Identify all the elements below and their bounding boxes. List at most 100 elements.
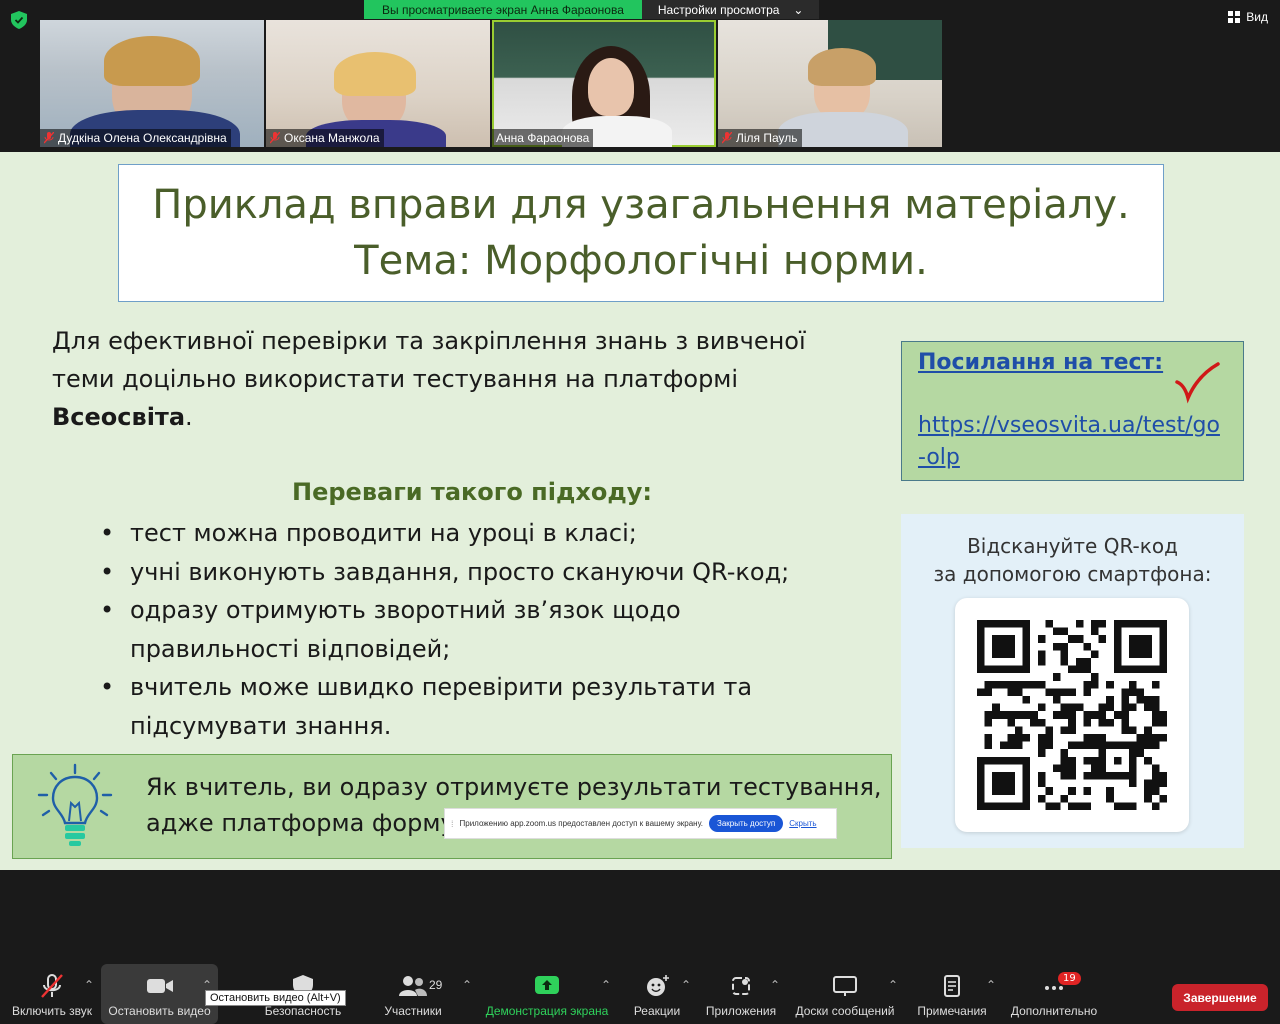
checkmark-icon [1175, 362, 1220, 404]
apps-label: Приложения [705, 1004, 777, 1018]
slide-subtitle: Тема: Морфологічні норми. [354, 238, 928, 284]
stop-video-button[interactable]: Остановить видео [101, 964, 218, 1024]
participants-button[interactable]: Участники [374, 964, 452, 1024]
stop-video-tooltip: Остановить видео (Alt+V) [205, 990, 346, 1006]
intro-end: . [185, 403, 193, 431]
notes-button[interactable]: Примечания [912, 964, 992, 1024]
list-item: одразу отримують зворотний зв’язок щодо … [96, 591, 886, 668]
participant-name-tag: Анна Фараонова [492, 129, 594, 147]
close-access-button[interactable]: Закрыть доступ [709, 815, 784, 832]
toast-message: Приложению app.zoom.us предоставлен дост… [459, 819, 704, 828]
list-item: тест можна проводити на уроці в класі; [96, 514, 886, 553]
smiley-add-icon [647, 975, 669, 996]
view-button[interactable]: Вид [1228, 10, 1268, 24]
participant-hair [104, 36, 200, 86]
participants-count: 29 [429, 978, 443, 992]
view-settings-label: Настройки просмотра [657, 2, 780, 17]
more-button[interactable]: Дополнительно [1006, 964, 1102, 1024]
intro-paragraph: Для ефективної перевірки та закріплення … [52, 322, 872, 436]
grid-view-icon [1228, 11, 1241, 23]
meeting-toolbar: Включить звук ⌃ Остановить видео ⌃ Безоп… [0, 964, 1280, 1024]
chevron-up-icon[interactable]: ⌃ [462, 978, 472, 992]
advantages-heading: Переваги такого підходу: [292, 478, 652, 506]
qr-caption-line: за допомогою смартфона: [933, 562, 1212, 586]
participant-name: Ліля Пауль [736, 131, 798, 145]
participant-name-tag: Ліля Пауль [718, 129, 802, 147]
participant-name-tag: Дудкіна Олена Олександрівна [40, 129, 231, 147]
participant-hair [808, 48, 876, 86]
viewing-screen-label: Вы просматриваете экран Анна Фараонова [364, 0, 642, 19]
unmute-label: Включить звук [11, 1004, 93, 1018]
reactions-button[interactable]: Реакции [628, 964, 686, 1024]
apps-button[interactable]: Приложения [702, 964, 780, 1024]
view-settings-dropdown[interactable]: Настройки просмотра ⌄ [641, 0, 820, 19]
participant-tile-active-speaker[interactable]: Анна Фараонова [492, 20, 716, 147]
hide-link[interactable]: Скрыть [789, 819, 816, 828]
whiteboards-label: Доски сообщений [795, 1004, 895, 1018]
video-camera-icon [146, 979, 173, 993]
participant-name: Оксана Манжола [284, 131, 380, 145]
chevron-down-icon: ⌄ [793, 2, 804, 17]
link-title: Посилання на тест: [918, 350, 1164, 375]
mic-muted-icon [41, 974, 63, 998]
list-item: вчитель може швидко перевірити результат… [96, 668, 886, 745]
notes-label: Примечания [917, 1004, 987, 1018]
platform-name: Всеосвіта [52, 403, 186, 431]
intro-text: Для ефективної перевірки та закріплення … [52, 327, 806, 393]
participants-label: Участники [384, 1004, 442, 1018]
chevron-up-icon[interactable]: ⌃ [770, 978, 780, 992]
participant-name-tag: Оксана Манжола [266, 129, 384, 147]
advantages-list: тест можна проводити на уроці в класі; у… [96, 514, 886, 745]
share-screen-icon [535, 976, 559, 994]
mic-muted-icon [44, 132, 54, 144]
chevron-up-icon[interactable]: ⌃ [601, 978, 611, 992]
qr-panel: Відскануйте QR-код за допомогою смартфон… [901, 514, 1244, 848]
people-icon [399, 976, 427, 996]
participant-tile[interactable]: Дудкіна Олена Олександрівна [40, 20, 264, 147]
shared-slide: Приклад вправи для узагальнення матеріал… [0, 152, 1280, 870]
mic-muted-icon [722, 132, 732, 144]
mic-muted-icon [270, 132, 280, 144]
slide-title-box: Приклад вправи для узагальнення матеріал… [118, 164, 1164, 302]
qr-caption-line: Відскануйте QR-код [967, 534, 1178, 558]
notes-icon [944, 975, 960, 997]
security-label: Безопасность [264, 1004, 342, 1018]
end-meeting-button[interactable]: Завершение [1172, 984, 1268, 1011]
participant-hair [334, 52, 416, 96]
share-screen-button[interactable]: Демонстрация экрана [484, 964, 610, 1024]
participant-face [588, 58, 634, 116]
zoom-meeting-window: Вы просматриваете экран Анна Фараонова Н… [0, 0, 1280, 1024]
notification-badge: 19 [1058, 972, 1081, 985]
participant-tile[interactable]: Ліля Пауль [718, 20, 942, 147]
video-strip: Дудкіна Олена Олександрівна Оксана Манжо… [40, 20, 942, 147]
chevron-up-icon[interactable]: ⌃ [84, 978, 94, 992]
participant-name: Дудкіна Олена Олександрівна [58, 131, 227, 145]
chevron-up-icon[interactable]: ⌃ [986, 978, 996, 992]
teacher-callout: Як вчитель, ви одразу отримуєте результа… [12, 754, 892, 859]
chevron-up-icon[interactable]: ⌃ [681, 978, 691, 992]
qr-caption: Відскануйте QR-код за допомогою смартфон… [901, 532, 1244, 588]
reactions-label: Реакции [633, 1004, 681, 1018]
screen-share-banner: Вы просматриваете экран Анна Фараонова Н… [364, 0, 820, 19]
qr-card [955, 598, 1189, 832]
share-screen-label: Демонстрация экрана [485, 1004, 609, 1018]
test-link[interactable]: https://vseosvita.ua/test/go-olp [918, 410, 1228, 474]
more-label: Дополнительно [1010, 1004, 1098, 1018]
view-button-label: Вид [1246, 10, 1268, 24]
slide-title: Приклад вправи для узагальнення матеріал… [152, 182, 1130, 228]
list-item: учні виконують завдання, просто скануючи… [96, 553, 886, 592]
share-access-toast: ⁞ Приложению app.zoom.us предоставлен до… [444, 808, 837, 839]
shield-icon[interactable] [11, 11, 27, 29]
drag-handle-icon[interactable]: ⁞ [451, 819, 454, 829]
participant-tile[interactable]: Оксана Манжола [266, 20, 490, 147]
test-link-box: Посилання на тест: https://vseosvita.ua/… [901, 341, 1244, 481]
unmute-button[interactable]: Включить звук [8, 964, 96, 1024]
whiteboards-button[interactable]: Доски сообщений [792, 964, 898, 1024]
qr-code-icon[interactable] [977, 620, 1167, 810]
stop-video-label: Остановить видео [108, 1004, 211, 1018]
whiteboard-icon [833, 976, 857, 996]
chevron-up-icon[interactable]: ⌃ [888, 978, 898, 992]
apps-icon [732, 977, 750, 995]
participant-name: Анна Фараонова [496, 131, 590, 145]
lightbulb-icon [37, 763, 113, 846]
